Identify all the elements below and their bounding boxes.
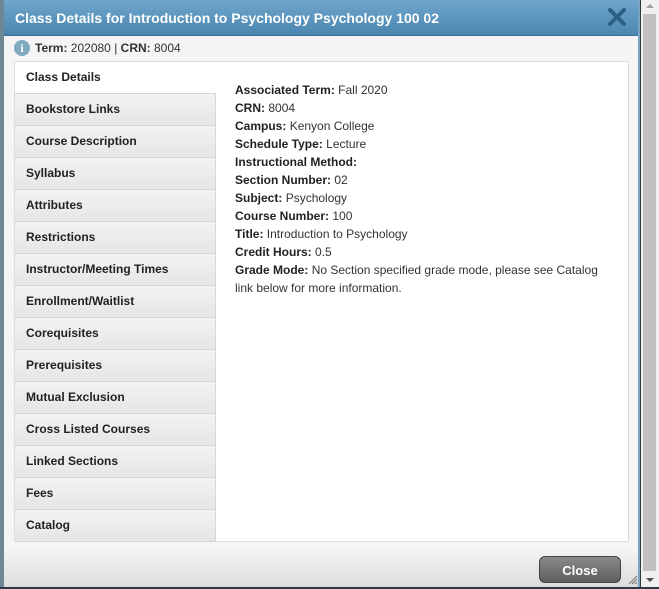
tab-instructor-meeting-times[interactable]: Instructor/Meeting Times xyxy=(15,254,216,286)
detail-value: 02 xyxy=(334,173,348,187)
scroll-up-icon[interactable] xyxy=(646,4,654,8)
tab-attributes[interactable]: Attributes xyxy=(15,190,216,222)
detail-row: Grade Mode: No Section specified grade m… xyxy=(235,261,615,297)
tab-course-description[interactable]: Course Description xyxy=(15,126,216,158)
tab-syllabus[interactable]: Syllabus xyxy=(15,158,216,190)
detail-value: 8004 xyxy=(268,101,296,115)
detail-row: Title: Introduction to Psychology xyxy=(235,225,615,243)
tab-list: Class Details Bookstore Links Course Des… xyxy=(15,62,216,542)
term-label: Term: xyxy=(35,41,68,55)
tab-catalog[interactable]: Catalog xyxy=(15,510,216,542)
detail-row: Course Number: 100 xyxy=(235,207,615,225)
page-scrollbar[interactable] xyxy=(641,0,659,589)
detail-value: 100 xyxy=(332,209,353,223)
detail-row: Campus: Kenyon College xyxy=(235,117,615,135)
detail-value: Fall 2020 xyxy=(338,83,388,97)
detail-label: Subject: xyxy=(235,191,283,205)
detail-label: Credit Hours: xyxy=(235,245,312,259)
tab-prerequisites[interactable]: Prerequisites xyxy=(15,350,216,382)
detail-value: 0.5 xyxy=(315,245,332,259)
class-details-content: Associated Term: Fall 2020 CRN: 8004 Cam… xyxy=(235,81,615,297)
detail-row: Schedule Type: Lecture xyxy=(235,135,615,153)
info-icon: i xyxy=(14,40,30,56)
class-details-dialog: Class Details for Introduction to Psycho… xyxy=(4,0,640,587)
close-icon[interactable] xyxy=(606,6,628,28)
detail-label: Section Number: xyxy=(235,173,332,187)
scrollbar-thumb[interactable] xyxy=(643,14,656,571)
crn-label: CRN: xyxy=(120,41,151,55)
tab-bookstore-links[interactable]: Bookstore Links xyxy=(15,94,216,126)
dialog-title: Class Details for Introduction to Psycho… xyxy=(15,10,439,26)
details-panel: Class Details Bookstore Links Course Des… xyxy=(14,61,629,542)
detail-label: CRN: xyxy=(235,101,265,115)
detail-label: Grade Mode: xyxy=(235,263,309,277)
tab-restrictions[interactable]: Restrictions xyxy=(15,222,216,254)
tab-mutual-exclusion[interactable]: Mutual Exclusion xyxy=(15,382,216,414)
tab-cross-listed-courses[interactable]: Cross Listed Courses xyxy=(15,414,216,446)
detail-label: Instructional Method: xyxy=(235,155,357,169)
term-value: 202080 xyxy=(70,41,111,55)
detail-value: Kenyon College xyxy=(289,119,375,133)
tab-corequisites[interactable]: Corequisites xyxy=(15,318,216,350)
detail-row: Credit Hours: 0.5 xyxy=(235,243,615,261)
scroll-down-icon[interactable] xyxy=(646,578,654,582)
detail-row: Associated Term: Fall 2020 xyxy=(235,81,615,99)
detail-value: Introduction to Psychology xyxy=(266,227,408,241)
detail-row: Instructional Method: xyxy=(235,153,615,171)
detail-row: Section Number: 02 xyxy=(235,171,615,189)
close-button[interactable]: Close xyxy=(539,556,621,583)
detail-label: Course Number: xyxy=(235,209,330,223)
detail-row: CRN: 8004 xyxy=(235,99,615,117)
detail-label: Campus: xyxy=(235,119,287,133)
separator: | xyxy=(114,41,118,55)
crn-value: 8004 xyxy=(154,41,181,55)
detail-label: Schedule Type: xyxy=(235,137,323,151)
detail-value: Psychology xyxy=(285,191,348,205)
tab-class-details[interactable]: Class Details xyxy=(15,62,216,94)
dialog-titlebar[interactable]: Class Details for Introduction to Psycho… xyxy=(4,0,638,36)
tab-linked-sections[interactable]: Linked Sections xyxy=(15,446,216,478)
tab-fees[interactable]: Fees xyxy=(15,478,216,510)
resize-grip-icon[interactable] xyxy=(626,573,638,585)
detail-label: Title: xyxy=(235,227,264,241)
detail-label: Associated Term: xyxy=(235,83,335,97)
detail-row: Subject: Psychology xyxy=(235,189,615,207)
term-crn-line: i Term: 202080 | CRN: 8004 xyxy=(14,40,181,56)
tab-enrollment-waitlist[interactable]: Enrollment/Waitlist xyxy=(15,286,216,318)
detail-value: Lecture xyxy=(326,137,367,151)
